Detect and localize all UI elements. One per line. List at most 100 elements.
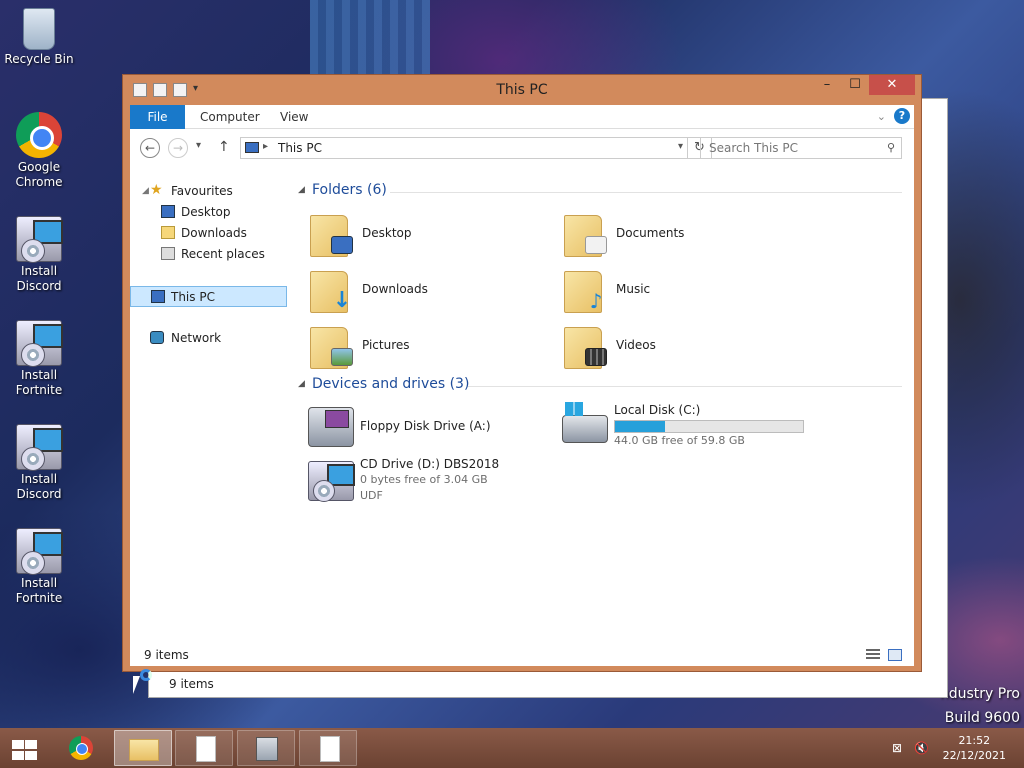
details-view-icon[interactable] xyxy=(866,649,880,661)
drive-name: Local Disk (C:) xyxy=(614,403,701,417)
folder-icon xyxy=(310,327,353,369)
drive-cd-d[interactable]: CD Drive (D:) DBS2018 0 bytes free of 3.… xyxy=(298,457,558,515)
large-icons-view-icon[interactable] xyxy=(888,649,902,661)
address-path[interactable]: This PC xyxy=(278,141,322,155)
windows-logo-icon xyxy=(12,740,24,749)
drive-free-space: 0 bytes free of 3.04 GB xyxy=(360,473,488,486)
navigation-pane: ◢ ★ Favourites Desktop Downloads Recent … xyxy=(130,167,290,637)
star-icon: ★ xyxy=(150,182,163,198)
sidebar-item-recent-places[interactable]: Recent places xyxy=(130,244,287,264)
installer-icon xyxy=(16,320,63,367)
network-icon xyxy=(150,331,164,344)
status-bar: 9 items xyxy=(130,637,914,666)
search-icon[interactable]: ⚲ xyxy=(887,141,895,154)
back-button[interactable]: ← xyxy=(140,138,160,158)
folder-pictures[interactable]: Pictures xyxy=(298,323,548,373)
sidebar-item-label: Downloads xyxy=(181,226,247,240)
network-disconnected-icon[interactable]: ⊠ xyxy=(892,741,902,755)
volume-muted-icon[interactable]: 🔇 xyxy=(914,741,929,755)
tab-computer[interactable]: Computer xyxy=(186,105,274,129)
desktop-icon xyxy=(331,236,353,254)
sidebar-item-favourites[interactable]: ◢ ★ Favourites xyxy=(130,181,287,201)
hard-drive-icon xyxy=(562,402,608,443)
group-title: Folders (6) xyxy=(312,182,387,198)
folder-documents[interactable]: Documents xyxy=(552,211,802,261)
wallpaper-tower xyxy=(310,0,430,80)
document-icon xyxy=(196,736,216,762)
search-box[interactable]: Search This PC ⚲ xyxy=(700,137,902,159)
folder-label: Documents xyxy=(616,226,685,240)
up-button[interactable]: ↑ xyxy=(218,139,230,155)
desktop-icon-label: Install Discord xyxy=(16,472,62,501)
folders-group-header[interactable]: ◢ Folders (6) xyxy=(298,181,908,203)
close-button[interactable]: ✕ xyxy=(869,75,915,95)
title-bar[interactable]: ▾ This PC – ☐ ✕ xyxy=(123,75,921,105)
desktop-icon-install-fortnite[interactable]: Install Fortnite xyxy=(0,320,78,398)
taskbar-chrome[interactable] xyxy=(52,730,110,766)
folder-icon: ↓ xyxy=(310,271,351,313)
desktop-icon-label: Install Discord xyxy=(16,264,62,293)
collapse-icon[interactable]: ◢ xyxy=(298,379,305,389)
desktop-icon-chrome[interactable]: Google Chrome xyxy=(0,112,78,190)
maximize-button[interactable]: ☐ xyxy=(841,75,869,95)
installer-icon xyxy=(16,424,63,471)
sidebar-item-label: Favourites xyxy=(171,184,233,198)
desktop-icon-install-fortnite-2[interactable]: Install Fortnite xyxy=(0,528,78,606)
taskbar-document-2[interactable] xyxy=(299,730,357,766)
tab-file[interactable]: File xyxy=(130,105,185,129)
window-title: This PC xyxy=(496,82,548,98)
desktop-icon xyxy=(161,205,175,218)
chevron-right-icon[interactable]: ▸ xyxy=(263,141,268,152)
window-controls: – ☐ ✕ xyxy=(813,75,915,95)
taskbar-file-explorer[interactable] xyxy=(114,730,172,766)
document-icon xyxy=(585,236,607,254)
help-icon[interactable]: ? xyxy=(894,108,910,124)
chevron-down-icon[interactable]: ▾ xyxy=(678,141,683,152)
folder-desktop[interactable]: Desktop xyxy=(298,211,548,261)
explorer-window[interactable]: ▾ This PC – ☐ ✕ File Computer View ⌄ ? ←… xyxy=(122,74,922,672)
cd-drive-icon xyxy=(308,461,355,502)
expander-icon[interactable]: ◢ xyxy=(142,181,149,201)
folder-downloads[interactable]: ↓ Downloads xyxy=(298,267,548,317)
search-input[interactable]: Search This PC xyxy=(709,141,798,155)
forward-button[interactable]: → xyxy=(168,138,188,158)
clock[interactable]: 21:52 22/12/2021 xyxy=(943,733,1006,763)
folder-music[interactable]: ♪ Music xyxy=(552,267,802,317)
devices-group-header[interactable]: ◢ Devices and drives (3) xyxy=(298,375,908,397)
drive-usage-fill xyxy=(615,421,665,432)
drive-free-space: 44.0 GB free of 59.8 GB xyxy=(614,434,745,447)
expand-ribbon-icon[interactable]: ⌄ xyxy=(877,110,886,123)
drive-usage-bar xyxy=(614,420,804,433)
tab-view[interactable]: View xyxy=(266,105,322,129)
drive-floppy[interactable]: Floppy Disk Drive (A:) xyxy=(298,403,558,455)
recent-locations-icon[interactable]: ▾ xyxy=(196,140,201,151)
desktop-icon-install-discord-2[interactable]: Install Discord xyxy=(0,424,78,502)
recent-places-icon xyxy=(161,247,175,260)
sidebar-item-network[interactable]: Network xyxy=(130,328,287,348)
desktop-icon-label: Google Chrome xyxy=(15,160,63,189)
os-watermark-edition: ndustry Pro xyxy=(939,686,1020,702)
sidebar-item-downloads[interactable]: Downloads xyxy=(130,223,287,243)
folder-icon xyxy=(129,739,159,761)
address-bar[interactable]: ▸ This PC ▾ xyxy=(240,137,688,159)
background-status-text: 9 items xyxy=(149,671,947,697)
taskbar-gallery[interactable] xyxy=(237,730,295,766)
taskbar-document-1[interactable] xyxy=(175,730,233,766)
minimize-button[interactable]: – xyxy=(813,75,841,95)
document-icon xyxy=(320,736,340,762)
music-note-icon: ♪ xyxy=(589,289,603,313)
desktop-icon-install-discord[interactable]: Install Discord xyxy=(0,216,78,294)
folder-icon xyxy=(310,215,353,257)
sidebar-item-desktop[interactable]: Desktop xyxy=(130,202,287,222)
desktop-icon-recycle-bin[interactable]: Recycle Bin xyxy=(0,8,78,67)
desktop-icon-label: Recycle Bin xyxy=(4,52,74,66)
collapse-icon[interactable]: ◢ xyxy=(298,185,305,195)
ribbon: File Computer View ⌄ ? xyxy=(130,105,914,129)
sidebar-item-this-pc[interactable]: This PC xyxy=(130,286,287,307)
folder-videos[interactable]: Videos xyxy=(552,323,802,373)
picture-icon xyxy=(331,348,353,366)
start-button[interactable] xyxy=(10,738,38,760)
drive-local-c[interactable]: Local Disk (C:) 44.0 GB free of 59.8 GB xyxy=(552,402,812,455)
folder-label: Pictures xyxy=(362,338,410,352)
content-pane: ◢ Folders (6) Desktop Documents ↓ Downlo… xyxy=(298,167,914,637)
